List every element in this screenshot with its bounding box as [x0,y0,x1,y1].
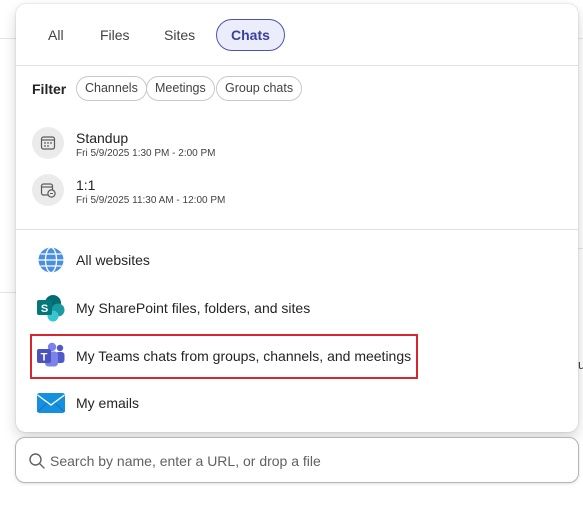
result-title: 1:1 [76,177,96,193]
search-icon [29,453,45,469]
filter-label: Filter [32,81,67,97]
source-emails[interactable]: My emails [36,387,556,419]
calendar-chat-icon [32,174,64,206]
background-divider [578,38,583,39]
globe-icon [38,246,64,274]
tab-files[interactable]: Files [86,19,144,51]
source-sharepoint[interactable]: S My SharePoint files, folders, and site… [36,292,556,324]
tab-bar: All Files Sites Chats [16,4,578,66]
result-title: Standup [76,130,129,146]
background-divider [0,38,16,39]
search-box[interactable] [15,437,579,483]
calendar-icon [32,127,64,159]
chip-group-chats[interactable]: Group chats [216,76,303,101]
result-item[interactable]: 1:1 Fri 5/9/2025 11:30 AM - 12:00 PM [32,174,562,214]
source-label: My SharePoint files, folders, and sites [76,300,311,316]
result-item[interactable]: Standup Fri 5/9/2025 1:30 PM - 2:00 PM [32,127,562,167]
chip-channels[interactable]: Channels [76,76,147,101]
sharepoint-icon: S [37,295,65,322]
svg-text:S: S [41,303,48,315]
search-suggestions-popup: All Files Sites Chats Filter Channels Me… [16,4,578,432]
source-label: All websites [76,252,150,268]
result-subtitle: Fri 5/9/2025 1:30 PM - 2:00 PM [76,148,216,159]
source-all-websites[interactable]: All websites [36,244,556,276]
highlight-box [30,334,418,379]
tab-all[interactable]: All [34,19,78,51]
tab-sites[interactable]: Sites [150,19,209,51]
result-subtitle: Fri 5/9/2025 11:30 AM - 12:00 PM [76,195,226,206]
background-divider [578,248,583,249]
mail-icon [37,393,65,413]
section-divider [16,229,578,230]
search-input[interactable] [50,448,550,474]
chip-meetings[interactable]: Meetings [146,76,215,101]
tab-chats[interactable]: Chats [216,19,285,51]
background-divider [0,292,16,293]
source-label: My emails [76,395,140,411]
background-partial-text: u [578,357,583,372]
